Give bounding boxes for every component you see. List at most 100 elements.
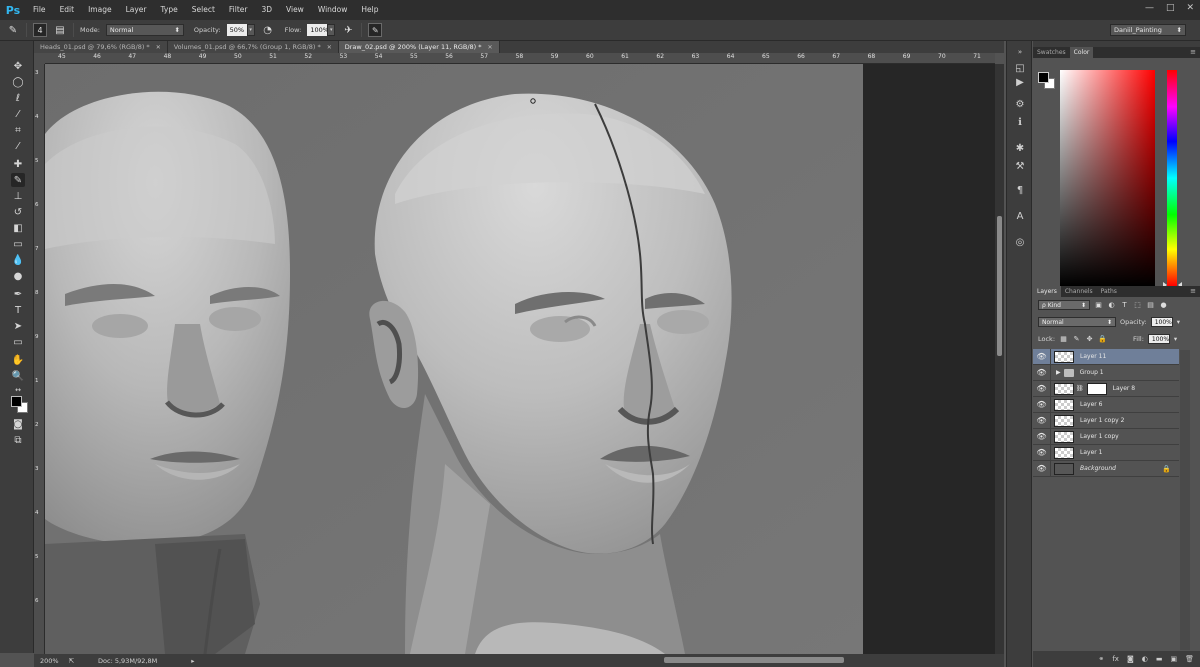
workspace-select[interactable]: Daniil_Painting ⬍ bbox=[1110, 24, 1186, 36]
fx-icon[interactable]: fx bbox=[1112, 655, 1119, 663]
tab-volumes[interactable]: Volumes_01.psd @ 66,7% (Group 1, RGB/8) … bbox=[167, 41, 339, 53]
opacity-input[interactable]: 50% bbox=[226, 24, 247, 36]
canvas-area[interactable] bbox=[45, 64, 995, 654]
collapse-panels-icon[interactable]: » bbox=[1013, 45, 1027, 59]
flow-input[interactable]: 100% bbox=[307, 24, 329, 36]
lock-position-icon[interactable]: ✥ bbox=[1085, 335, 1094, 344]
visibility-eye-icon[interactable]: 👁 bbox=[1033, 460, 1051, 477]
tool-presets-icon[interactable]: ⚒ bbox=[1013, 159, 1027, 173]
flow-dropdown-icon[interactable]: ▾ bbox=[327, 24, 336, 36]
maximize-icon[interactable]: □ bbox=[1166, 3, 1175, 13]
panel-menu-icon[interactable]: ≡ bbox=[1190, 286, 1196, 297]
tab-layers[interactable]: Layers bbox=[1033, 286, 1061, 297]
hand-tool-icon[interactable]: ✋ bbox=[11, 353, 25, 367]
tab-swatches[interactable]: Swatches bbox=[1033, 47, 1070, 58]
mask-link-icon[interactable]: ⛓ bbox=[1076, 385, 1084, 392]
tab-heads[interactable]: Heads_01.psd @ 79,6% (RGB/8) * ✕ bbox=[34, 41, 168, 53]
character-icon[interactable]: A bbox=[1013, 209, 1027, 223]
link-layers-icon[interactable]: ⚭ bbox=[1098, 655, 1104, 663]
layer-row-layer-6[interactable]: 👁 Layer 6 bbox=[1033, 396, 1179, 413]
gradient-tool-icon[interactable]: ▭ bbox=[11, 237, 25, 251]
pressure-opacity-icon[interactable]: ◔ bbox=[261, 23, 275, 37]
blur-tool-icon[interactable]: 💧 bbox=[11, 253, 25, 267]
visibility-eye-icon[interactable]: 👁 bbox=[1033, 348, 1051, 365]
status-menu-icon[interactable]: ▸ bbox=[191, 657, 194, 665]
tab-draw[interactable]: Draw_02.psd @ 200% (Layer 11, RGB/8) * ✕ bbox=[338, 41, 500, 53]
close-icon[interactable]: ✕ bbox=[156, 44, 161, 51]
type-tool-icon[interactable]: T bbox=[11, 303, 25, 317]
airbrush-icon[interactable]: ✈ bbox=[341, 23, 355, 37]
brush-tool-icon[interactable]: ✎ bbox=[11, 173, 25, 187]
quick-selection-icon[interactable]: ⁄ bbox=[11, 107, 25, 121]
new-group-icon[interactable]: ▬ bbox=[1156, 655, 1163, 663]
canvas-artwork[interactable] bbox=[45, 64, 863, 654]
close-icon[interactable]: ✕ bbox=[327, 44, 332, 51]
path-selection-icon[interactable]: ➤ bbox=[11, 319, 25, 333]
history-icon[interactable]: ◱ bbox=[1013, 61, 1027, 75]
visibility-eye-icon[interactable]: 👁 bbox=[1033, 444, 1051, 461]
layer-row-layer-8[interactable]: 👁 ⛓ Layer 8 bbox=[1033, 380, 1179, 397]
opacity-dropdown-icon[interactable]: ▾ bbox=[246, 24, 255, 36]
new-layer-icon[interactable]: ▣ bbox=[1170, 655, 1177, 663]
filter-pixel-icon[interactable]: ▣ bbox=[1094, 301, 1103, 310]
vertical-scroll-thumb[interactable] bbox=[997, 216, 1002, 356]
layer-row-group-1[interactable]: 👁 ▶ Group 1 bbox=[1033, 364, 1179, 381]
menu-file[interactable]: File bbox=[26, 0, 53, 20]
foreground-color-swatch[interactable] bbox=[11, 396, 22, 407]
brush-presets-icon[interactable]: ✱ bbox=[1013, 141, 1027, 155]
foreground-color-picker[interactable] bbox=[1038, 72, 1049, 83]
screen-mode-icon[interactable]: ⧉ bbox=[11, 433, 25, 447]
menu-layer[interactable]: Layer bbox=[119, 0, 154, 20]
vertical-scrollbar[interactable] bbox=[995, 64, 1004, 654]
tab-paths[interactable]: Paths bbox=[1097, 286, 1121, 297]
color-saturation-field[interactable] bbox=[1060, 70, 1155, 286]
eyedropper-icon[interactable]: ⁄ bbox=[11, 139, 25, 153]
expand-arrow-icon[interactable]: ▶ bbox=[1056, 369, 1061, 376]
adjustment-layer-icon[interactable]: ◐ bbox=[1142, 655, 1148, 663]
menu-3d[interactable]: 3D bbox=[254, 0, 279, 20]
add-mask-icon[interactable]: ◙ bbox=[1127, 655, 1134, 663]
quick-mask-icon[interactable]: ◙ bbox=[11, 417, 25, 431]
lasso-tool-icon[interactable]: ℓ bbox=[11, 91, 25, 105]
zoom-level[interactable]: 200% bbox=[40, 657, 59, 665]
menu-filter[interactable]: Filter bbox=[222, 0, 255, 20]
pressure-size-icon[interactable]: ✎ bbox=[368, 23, 383, 37]
pen-tool-icon[interactable]: ✒ bbox=[11, 287, 25, 301]
fill-input[interactable]: 100% bbox=[1147, 334, 1170, 344]
close-icon[interactable]: ✕ bbox=[488, 44, 493, 51]
horizontal-ruler[interactable]: 45 46 47 48 49 50 51 52 53 54 55 56 57 58 59 60 61 62 63 64… bbox=[45, 53, 995, 64]
trash-icon[interactable]: 🗑 bbox=[1185, 655, 1194, 663]
vertical-ruler[interactable]: 3 4 5 6 7 8 9 1 2 3 4 5 6 bbox=[34, 64, 45, 654]
mode-select[interactable]: Normal ⬍ bbox=[105, 24, 184, 36]
menu-type[interactable]: Type bbox=[154, 0, 185, 20]
navigator-icon[interactable]: ◎ bbox=[1013, 235, 1027, 249]
healing-brush-icon[interactable]: ✚ bbox=[11, 157, 25, 171]
layers-scrollbar[interactable] bbox=[1180, 350, 1190, 650]
visibility-eye-icon[interactable]: 👁 bbox=[1033, 364, 1051, 381]
elliptical-marquee-icon[interactable]: ◯ bbox=[11, 75, 25, 89]
lock-all-icon[interactable]: 🔒 bbox=[1098, 335, 1107, 344]
horizontal-scroll-thumb[interactable] bbox=[664, 657, 844, 663]
lock-pixels-icon[interactable]: ✎ bbox=[1072, 335, 1081, 344]
menu-view[interactable]: View bbox=[279, 0, 311, 20]
filter-smart-object-icon[interactable]: ▤ bbox=[1146, 301, 1155, 310]
menu-image[interactable]: Image bbox=[81, 0, 119, 20]
layer-row-background[interactable]: 👁 Background 🔒 bbox=[1033, 460, 1179, 477]
layer-row-layer-11[interactable]: 👁 Layer 11 bbox=[1033, 348, 1179, 365]
paragraph-icon[interactable]: ¶ bbox=[1013, 183, 1027, 197]
move-tool-icon[interactable]: ✥ bbox=[11, 59, 25, 73]
filter-adjustment-icon[interactable]: ◐ bbox=[1107, 301, 1116, 310]
close-icon[interactable]: ✕ bbox=[1186, 3, 1194, 13]
eraser-icon[interactable]: ◧ bbox=[11, 221, 25, 235]
tab-color[interactable]: Color bbox=[1069, 47, 1094, 58]
info-icon[interactable]: ℹ bbox=[1013, 115, 1027, 129]
layer-opacity-input[interactable]: 100% bbox=[1150, 317, 1173, 327]
zoom-tool-icon[interactable]: 🔍 bbox=[11, 369, 25, 383]
minimize-icon[interactable]: — bbox=[1145, 3, 1154, 13]
history-brush-icon[interactable]: ↺ bbox=[11, 205, 25, 219]
menu-window[interactable]: Window bbox=[311, 0, 355, 20]
chevron-down-icon[interactable]: ▾ bbox=[1174, 335, 1177, 343]
filter-type-icon[interactable]: T bbox=[1120, 301, 1129, 310]
export-icon[interactable]: ⇱ bbox=[69, 657, 74, 665]
filter-toggle-icon[interactable]: ● bbox=[1159, 301, 1168, 310]
